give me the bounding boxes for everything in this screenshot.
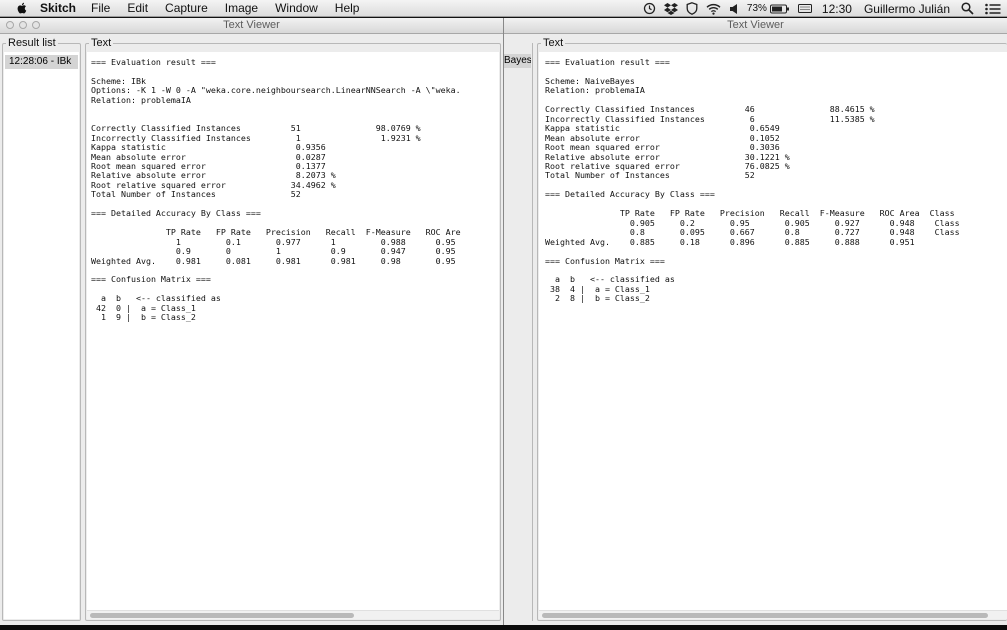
- result-list-group: Result list 12:28:06 - IBk: [2, 36, 81, 621]
- desktop-strip: [0, 625, 1007, 630]
- text-label: Text: [541, 36, 566, 50]
- horizontal-scrollbar[interactable]: [87, 610, 499, 619]
- text-viewer-window-right: Text Viewer Bayes Text === Evaluation re…: [504, 18, 1007, 625]
- shield-icon[interactable]: [686, 2, 698, 15]
- minimize-button[interactable]: [19, 21, 27, 29]
- text-output-area[interactable]: === Evaluation result === Scheme: NaiveB…: [539, 52, 1007, 619]
- volume-icon[interactable]: [729, 3, 739, 15]
- window-title: Text Viewer: [223, 19, 280, 31]
- result-list: 12:28:06 - IBk: [4, 52, 79, 619]
- text-group: Text === Evaluation result === Scheme: I…: [85, 36, 501, 621]
- result-list-label: Result list: [6, 36, 58, 50]
- menu-help[interactable]: Help: [335, 1, 360, 15]
- time-machine-icon[interactable]: [643, 2, 656, 15]
- user-name[interactable]: Guillermo Julián: [864, 2, 950, 16]
- text-label: Text: [89, 36, 114, 50]
- menu-edit[interactable]: Edit: [127, 1, 148, 15]
- menu-capture[interactable]: Capture: [165, 1, 208, 15]
- horizontal-scrollbar[interactable]: [539, 610, 1007, 619]
- spotlight-search-icon[interactable]: [961, 2, 974, 15]
- window-titlebar[interactable]: Text Viewer: [0, 18, 503, 34]
- result-list-item[interactable]: 12:28:06 - IBk: [5, 55, 78, 69]
- text-viewer-window-left: Text Viewer Result list 12:28:06 - IBk T…: [0, 18, 504, 625]
- menu-window[interactable]: Window: [275, 1, 318, 15]
- window-titlebar[interactable]: Text Viewer: [504, 18, 1007, 34]
- battery-icon[interactable]: [769, 4, 790, 14]
- apple-icon[interactable]: [14, 1, 30, 15]
- status-area: 73% 12:30 Guillermo Julián: [635, 0, 1001, 17]
- evaluation-output[interactable]: === Evaluation result === Scheme: NaiveB…: [545, 57, 960, 304]
- zoom-button[interactable]: [32, 21, 40, 29]
- battery-percent: 73%: [746, 3, 767, 14]
- dropbox-icon[interactable]: [663, 2, 678, 15]
- menu-app-skitch[interactable]: Skitch: [40, 1, 76, 15]
- traffic-lights: [6, 21, 45, 29]
- close-button[interactable]: [6, 21, 14, 29]
- result-list-peek-border: [532, 43, 533, 621]
- evaluation-output[interactable]: === Evaluation result === Scheme: IBk Op…: [91, 57, 461, 323]
- result-item-peek[interactable]: Bayes: [504, 54, 531, 68]
- menu-image[interactable]: Image: [225, 1, 258, 15]
- scrollbar-thumb[interactable]: [542, 613, 988, 618]
- clock-time[interactable]: 12:30: [822, 2, 852, 16]
- wifi-icon[interactable]: [706, 3, 721, 15]
- text-group: Text === Evaluation result === Scheme: N…: [537, 36, 1007, 621]
- text-output-area[interactable]: === Evaluation result === Scheme: IBk Op…: [87, 52, 499, 619]
- scrollbar-thumb[interactable]: [90, 613, 354, 618]
- menu-file[interactable]: File: [91, 1, 110, 15]
- notification-center-icon[interactable]: [985, 3, 1001, 15]
- keyboard-icon[interactable]: [797, 4, 812, 13]
- window-title: Text Viewer: [727, 19, 784, 31]
- menu-bar: Skitch File Edit Capture Image Window He…: [0, 0, 1007, 17]
